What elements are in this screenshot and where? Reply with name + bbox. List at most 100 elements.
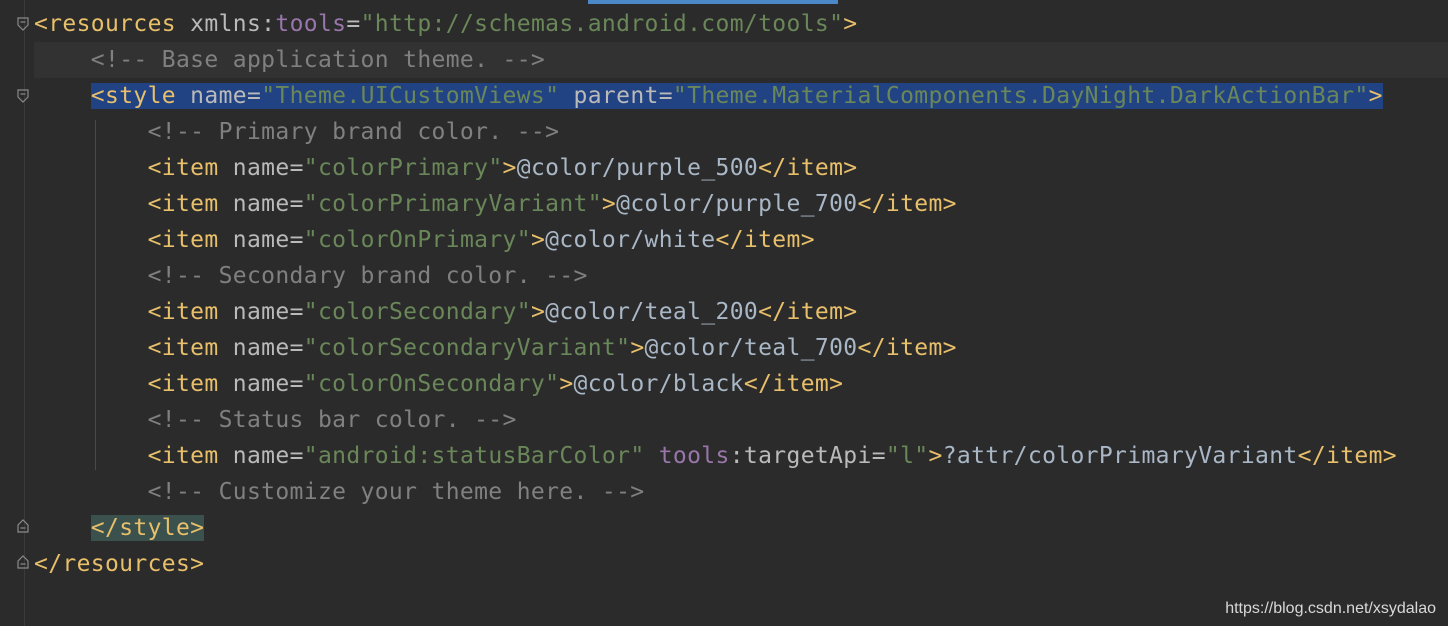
equals: = xyxy=(289,335,304,361)
tag-close: > xyxy=(630,335,645,361)
attr-value: "Theme.MaterialComponents.DayNight.DarkA… xyxy=(672,83,1369,109)
comment: <!-- Base application theme. --> xyxy=(90,47,546,73)
code-line[interactable]: <resources xmlns:tools="http://schemas.a… xyxy=(34,6,1448,42)
tag-close: </resources> xyxy=(34,551,205,577)
element-text: @color/teal_700 xyxy=(644,335,858,361)
code-line-current[interactable]: <!-- Base application theme. --> xyxy=(34,42,1448,78)
equals: = xyxy=(871,443,886,469)
attr-name: name xyxy=(218,443,290,469)
code-lines[interactable]: <resources xmlns:tools="http://schemas.a… xyxy=(34,6,1448,582)
equals: = xyxy=(346,11,361,37)
attr-value: "colorPrimaryVariant" xyxy=(303,191,602,217)
attr-name: parent xyxy=(559,83,659,109)
equals: = xyxy=(289,227,304,253)
code-line[interactable]: <style name="Theme.UICustomViews" parent… xyxy=(34,78,1448,114)
tag-end: </item> xyxy=(758,155,858,181)
attr-name: name xyxy=(218,371,290,397)
attr-name: targetApi xyxy=(743,443,872,469)
tag-open: <item xyxy=(147,335,219,361)
colon: : xyxy=(729,443,744,469)
code-line[interactable]: <item name="colorPrimaryVariant">@color/… xyxy=(34,186,1448,222)
code-line[interactable]: <!-- Primary brand color. --> xyxy=(34,114,1448,150)
tag-end: </item> xyxy=(743,371,844,397)
element-text: @color/black xyxy=(573,371,744,397)
selection: <style name="Theme.UICustomViews" parent… xyxy=(90,83,1383,109)
tag-open: <style xyxy=(90,83,176,109)
attr-name: name xyxy=(218,155,290,181)
equals: = xyxy=(289,191,304,217)
tag-open: <item xyxy=(147,155,219,181)
equals: = xyxy=(289,155,304,181)
code-line[interactable]: <item name="colorSecondaryVariant">@colo… xyxy=(34,330,1448,366)
code-line[interactable]: <item name="colorOnPrimary">@color/white… xyxy=(34,222,1448,258)
tag-close: > xyxy=(928,443,943,469)
editor-gutter xyxy=(0,0,34,626)
comment: <!-- Primary brand color. --> xyxy=(147,119,560,145)
tag-end: </item> xyxy=(758,299,858,325)
tag-open: <resources xyxy=(34,11,176,37)
attr-value: "colorOnSecondary" xyxy=(303,371,560,397)
code-line[interactable]: </style> xyxy=(34,510,1448,546)
code-line[interactable]: <!-- Status bar color. --> xyxy=(34,402,1448,438)
tag-open: <item xyxy=(147,299,219,325)
fold-close-icon[interactable] xyxy=(17,555,29,569)
element-text: @color/teal_200 xyxy=(545,299,759,325)
comment: <!-- Customize your theme here. --> xyxy=(147,479,645,505)
tag-end: </item> xyxy=(857,335,957,361)
equals: = xyxy=(658,83,673,109)
attr-name: xmlns xyxy=(175,11,262,37)
attr-value: "colorSecondary" xyxy=(303,299,531,325)
tag-open: <item xyxy=(147,443,219,469)
attr-name: name xyxy=(218,299,290,325)
code-line[interactable]: <item name="colorPrimary">@color/purple_… xyxy=(34,150,1448,186)
equals: = xyxy=(289,371,304,397)
attr-value: "colorPrimary" xyxy=(303,155,503,181)
tag-close-matched: </style> xyxy=(90,515,205,541)
fold-open-icon[interactable] xyxy=(17,89,29,103)
tag-close: > xyxy=(1368,83,1383,109)
comment: <!-- Status bar color. --> xyxy=(147,407,517,433)
code-line[interactable]: <item name="android:statusBarColor" tool… xyxy=(34,438,1448,474)
fold-open-icon[interactable] xyxy=(17,17,29,31)
attr-value: "l" xyxy=(885,443,929,469)
tag-end: </item> xyxy=(1297,443,1398,469)
attr-value: "colorSecondaryVariant" xyxy=(303,335,631,361)
tag-close: > xyxy=(530,299,546,325)
code-line[interactable]: <item name="colorOnSecondary">@color/bla… xyxy=(34,366,1448,402)
tag-end: </item> xyxy=(857,191,957,217)
attr-name: name xyxy=(175,83,247,109)
element-text: @color/purple_500 xyxy=(516,155,759,181)
tag-close: > xyxy=(530,227,546,253)
watermark: https://blog.csdn.net/xsydalao xyxy=(1225,600,1436,617)
tag-close: > xyxy=(601,191,617,217)
attr-value: "Theme.UICustomViews" xyxy=(261,83,560,109)
code-line[interactable]: <!-- Secondary brand color. --> xyxy=(34,258,1448,294)
attr-name: name xyxy=(218,227,290,253)
equals: = xyxy=(246,83,262,109)
tag-end: </item> xyxy=(715,227,815,253)
equals: = xyxy=(289,299,304,325)
code-line[interactable]: <item name="colorSecondary">@color/teal_… xyxy=(34,294,1448,330)
attr-value: "colorOnPrimary" xyxy=(303,227,531,253)
tag-close: > xyxy=(843,11,858,37)
attr-value: "android:statusBarColor" xyxy=(303,443,645,469)
tag-open: <item xyxy=(147,371,219,397)
tag-open: <item xyxy=(147,191,219,217)
tag-open: <item xyxy=(147,227,219,253)
namespace: tools xyxy=(644,443,730,469)
equals: = xyxy=(289,443,304,469)
tag-close: > xyxy=(502,155,517,181)
comment: <!-- Secondary brand color. --> xyxy=(147,263,588,289)
attr-name: name xyxy=(218,191,290,217)
fold-close-icon[interactable] xyxy=(17,519,29,533)
element-text: @color/purple_700 xyxy=(616,191,858,217)
attr-value: "http://schemas.android.com/tools" xyxy=(360,11,844,37)
colon: : xyxy=(261,11,276,37)
code-line[interactable]: <!-- Customize your theme here. --> xyxy=(34,474,1448,510)
element-text: ?attr/colorPrimaryVariant xyxy=(942,443,1298,469)
tag-close: > xyxy=(559,371,574,397)
code-line[interactable]: </resources> xyxy=(34,546,1448,582)
element-text: @color/white xyxy=(545,227,716,253)
code-editor[interactable]: <resources xmlns:tools="http://schemas.a… xyxy=(0,0,1448,626)
attr-name: name xyxy=(218,335,290,361)
